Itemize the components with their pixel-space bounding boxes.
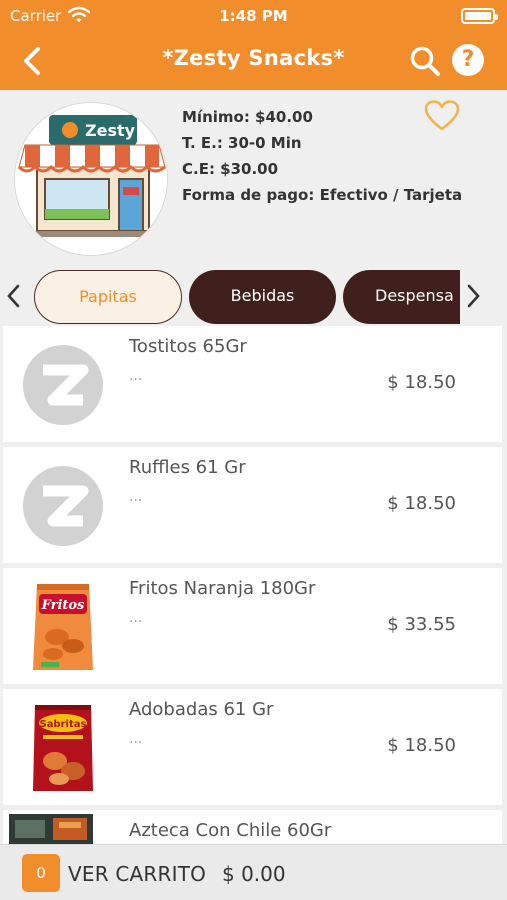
minimum-order: Mínimo: $40.00 bbox=[182, 108, 313, 126]
header: Carrier 1:48 PM *Zesty Snacks* ? bbox=[0, 0, 507, 90]
delivery-cost: C.E: $30.00 bbox=[182, 160, 279, 178]
tab-despensa[interactable]: Despensa bbox=[343, 270, 460, 324]
product-price: $ 18.50 bbox=[387, 493, 456, 514]
store-info: Zesty Mínimo: $40.00 T. E.: 30-0 Min C.E… bbox=[0, 90, 507, 268]
product-row[interactable]: Tostitos 65Gr ... $ 18.50 bbox=[3, 326, 502, 442]
nav-bar: *Zesty Snacks* ? bbox=[0, 32, 507, 90]
battery-icon bbox=[461, 8, 498, 24]
fritos-bag-image: Fritos bbox=[33, 584, 93, 670]
product-name: Ruffles 61 Gr bbox=[129, 457, 246, 478]
clock: 1:48 PM bbox=[219, 7, 288, 25]
product-price: $ 18.50 bbox=[387, 372, 456, 393]
product-list: Tostitos 65Gr ... $ 18.50 Ruffles 61 Gr … bbox=[0, 326, 507, 844]
delivery-time: T. E.: 30-0 Min bbox=[182, 134, 302, 152]
placeholder-logo-icon bbox=[23, 345, 103, 425]
product-name: Azteca Con Chile 60Gr bbox=[129, 820, 332, 841]
page-title: *Zesty Snacks* bbox=[162, 46, 345, 70]
store-logo: Zesty bbox=[14, 102, 168, 256]
product-description: ... bbox=[129, 489, 143, 505]
store-details: Mínimo: $40.00 T. E.: 30-0 Min C.E: $30.… bbox=[182, 104, 462, 208]
storefront-illustration: Zesty bbox=[15, 103, 167, 255]
tabs-track: Papitas Bebidas Despensa bbox=[32, 269, 460, 325]
view-cart-bar[interactable]: 0 VER CARRITO $ 0.00 bbox=[0, 844, 507, 900]
logo-text: Zesty bbox=[85, 121, 136, 140]
product-description: ... bbox=[129, 731, 143, 747]
product-name: Fritos Naranja 180Gr bbox=[129, 578, 316, 599]
fritos-brand-text: Fritos bbox=[41, 598, 85, 613]
app-screen: Carrier 1:48 PM *Zesty Snacks* ? Zesty M… bbox=[0, 0, 507, 900]
product-description: ... bbox=[129, 368, 143, 384]
tab-bebidas[interactable]: Bebidas bbox=[189, 270, 336, 324]
product-row[interactable]: Ruffles 61 Gr ... $ 18.50 bbox=[3, 447, 502, 563]
product-price: $ 33.55 bbox=[387, 614, 456, 635]
favorite-heart-icon[interactable] bbox=[424, 100, 460, 132]
product-row[interactable]: Sabritas Adobadas 61 Gr ... $ 18.50 bbox=[3, 689, 502, 805]
cart-count-badge: 0 bbox=[22, 854, 60, 892]
sabritas-brand-text: Sabritas bbox=[40, 719, 87, 730]
azteca-bag-image bbox=[9, 814, 93, 844]
cart-total: $ 0.00 bbox=[222, 862, 286, 886]
category-tabs: Papitas Bebidas Despensa bbox=[0, 268, 507, 326]
back-chevron-icon[interactable] bbox=[18, 44, 48, 78]
tabs-scroll-right-icon[interactable] bbox=[463, 282, 483, 310]
tab-papitas[interactable]: Papitas bbox=[34, 270, 182, 324]
product-price: $ 18.50 bbox=[387, 735, 456, 756]
tabs-scroll-left-icon[interactable] bbox=[4, 282, 24, 310]
product-name: Adobadas 61 Gr bbox=[129, 699, 274, 720]
sabritas-bag-image: Sabritas bbox=[33, 705, 93, 791]
product-row[interactable]: Fritos Fritos Naranja 180Gr ... $ 33.55 bbox=[3, 568, 502, 684]
search-icon[interactable] bbox=[408, 44, 442, 78]
product-description: ... bbox=[129, 610, 143, 626]
help-icon[interactable]: ? bbox=[452, 44, 484, 76]
payment-methods: Forma de pago: Efectivo / Tarjeta bbox=[182, 186, 463, 204]
placeholder-logo-icon bbox=[23, 466, 103, 546]
status-bar: Carrier 1:48 PM bbox=[0, 0, 507, 32]
product-name: Tostitos 65Gr bbox=[129, 336, 247, 357]
product-row[interactable]: Azteca Con Chile 60Gr bbox=[3, 810, 502, 844]
view-cart-label: VER CARRITO bbox=[68, 862, 207, 886]
